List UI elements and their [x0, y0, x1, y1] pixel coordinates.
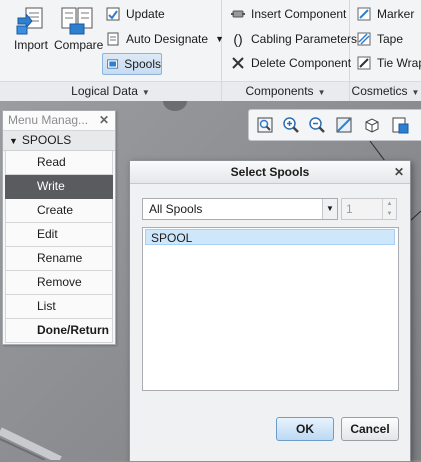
- auto-designate-label: Auto Designate: [126, 32, 209, 46]
- ok-button[interactable]: OK: [276, 417, 334, 441]
- spools-button[interactable]: Spools: [102, 53, 162, 75]
- menu-item-done-return[interactable]: Done/Return: [5, 319, 113, 343]
- components-label: Components: [245, 84, 314, 98]
- auto-designate-button[interactable]: Auto Designate ▼: [105, 29, 224, 49]
- update-icon: [106, 7, 120, 21]
- update-button[interactable]: Update: [105, 4, 165, 24]
- insert-component-icon: [231, 10, 245, 18]
- close-icon[interactable]: ✕: [394, 161, 404, 183]
- menu-item-remove[interactable]: Remove: [5, 271, 113, 295]
- logical-data-label: Logical Data: [71, 84, 138, 98]
- view-toolbar: [248, 109, 421, 141]
- import-icon: [16, 7, 43, 35]
- update-label: Update: [126, 7, 165, 21]
- repaint-icon: [336, 117, 352, 133]
- delete-component-label: Delete Component: [251, 56, 352, 70]
- menu-item-write[interactable]: Write: [5, 175, 113, 199]
- auto-designate-icon: [107, 32, 119, 46]
- menu-group-label: SPOOLS: [21, 133, 72, 147]
- ribbon: Import Compare Update Auto Designate ▼ S…: [0, 0, 421, 102]
- count-spinner-value: 1: [346, 202, 353, 216]
- repaint-button[interactable]: [333, 114, 355, 136]
- marker-icon: [357, 7, 371, 21]
- saved-orientations-button[interactable]: [361, 114, 383, 136]
- close-icon[interactable]: ✕: [99, 111, 109, 130]
- spool-list[interactable]: SPOOL: [142, 227, 399, 391]
- zoom-in-button[interactable]: [280, 114, 302, 136]
- spinner-arrows-icon[interactable]: ▲ ▼: [382, 199, 396, 219]
- cabling-parameters-label: Cabling Parameters: [251, 32, 358, 46]
- display-style-icon: [392, 117, 409, 134]
- dialog-title-bar[interactable]: Select Spools ✕: [130, 161, 410, 184]
- count-spinner[interactable]: 1 ▲ ▼: [341, 198, 397, 220]
- dialog-title: Select Spools: [230, 165, 310, 179]
- tape-label: Tape: [377, 32, 404, 46]
- menu-manager-title-bar[interactable]: Menu Manag... ✕: [3, 111, 115, 131]
- menu-manager: Menu Manag... ✕ ▼ SPOOLS Read Write Creat…: [2, 110, 116, 345]
- logical-data-group: Import Compare Update Auto Designate ▼ S…: [0, 0, 224, 81]
- chevron-down-icon: ▼: [141, 88, 150, 97]
- delete-component-button[interactable]: Delete Component: [230, 53, 351, 73]
- compare-label: Compare: [54, 38, 104, 52]
- triangle-down-icon: ▼: [9, 136, 18, 146]
- zoom-out-button[interactable]: [306, 114, 328, 136]
- display-style-button[interactable]: [389, 114, 411, 136]
- menu-item-edit[interactable]: Edit: [5, 223, 113, 247]
- tie-wrap-button[interactable]: Tie Wrap: [356, 53, 421, 73]
- components-group-footer[interactable]: Components ▼: [222, 81, 350, 102]
- zoom-in-icon: [283, 117, 299, 133]
- insert-component-label: Insert Component: [251, 7, 347, 21]
- menu-item-rename[interactable]: Rename: [5, 247, 113, 271]
- tape-button[interactable]: Tape: [356, 29, 403, 49]
- bracket-icon: (): [233, 31, 243, 47]
- chevron-down-icon[interactable]: ▼: [322, 199, 337, 219]
- select-spools-dialog: Select Spools ✕ All Spools ▼ 1 ▲ ▼ SPOOL …: [129, 160, 411, 462]
- marker-label: Marker: [377, 7, 415, 21]
- cosmetics-group-footer[interactable]: Cosmetics ▼: [350, 81, 421, 102]
- tie-wrap-label: Tie Wrap: [377, 56, 421, 70]
- insert-component-button[interactable]: Insert Component: [230, 4, 346, 24]
- import-button[interactable]: Import: [8, 6, 54, 62]
- compare-button[interactable]: Compare: [54, 6, 104, 62]
- cosmetics-label: Cosmetics: [351, 84, 408, 98]
- spools-icon: [107, 59, 119, 69]
- refit-icon: [257, 117, 273, 133]
- menu-item-list[interactable]: List: [5, 295, 113, 319]
- menu-manager-title: Menu Manag...: [8, 113, 89, 127]
- spool-filter-dropdown[interactable]: All Spools ▼: [142, 198, 338, 220]
- spools-label: Spools: [124, 57, 161, 71]
- cabling-parameters-button[interactable]: () Cabling Parameters: [230, 29, 357, 49]
- list-item[interactable]: SPOOL: [145, 229, 395, 245]
- cube-icon: [365, 118, 379, 133]
- chevron-down-icon: ▼: [317, 88, 326, 97]
- cancel-button[interactable]: Cancel: [341, 417, 399, 441]
- menu-group-spools[interactable]: ▼ SPOOLS: [3, 131, 115, 151]
- menu-item-read[interactable]: Read: [5, 151, 113, 175]
- delete-icon: [232, 57, 244, 69]
- logical-data-group-footer[interactable]: Logical Data ▼: [0, 81, 222, 102]
- spool-filter-value: All Spools: [149, 202, 203, 216]
- refit-button[interactable]: [254, 114, 276, 136]
- chevron-down-icon: ▼: [411, 88, 420, 97]
- compare-icon: [61, 7, 93, 35]
- menu-item-create[interactable]: Create: [5, 199, 113, 223]
- marker-button[interactable]: Marker: [356, 4, 414, 24]
- components-group: Insert Component () Cabling Parameters D…: [222, 0, 357, 81]
- zoom-out-icon: [309, 117, 325, 133]
- cosmetics-group: Marker Tape Tie Wrap: [350, 0, 421, 81]
- tie-wrap-icon: [357, 56, 371, 70]
- tape-icon: [357, 32, 371, 46]
- import-label: Import: [13, 38, 48, 52]
